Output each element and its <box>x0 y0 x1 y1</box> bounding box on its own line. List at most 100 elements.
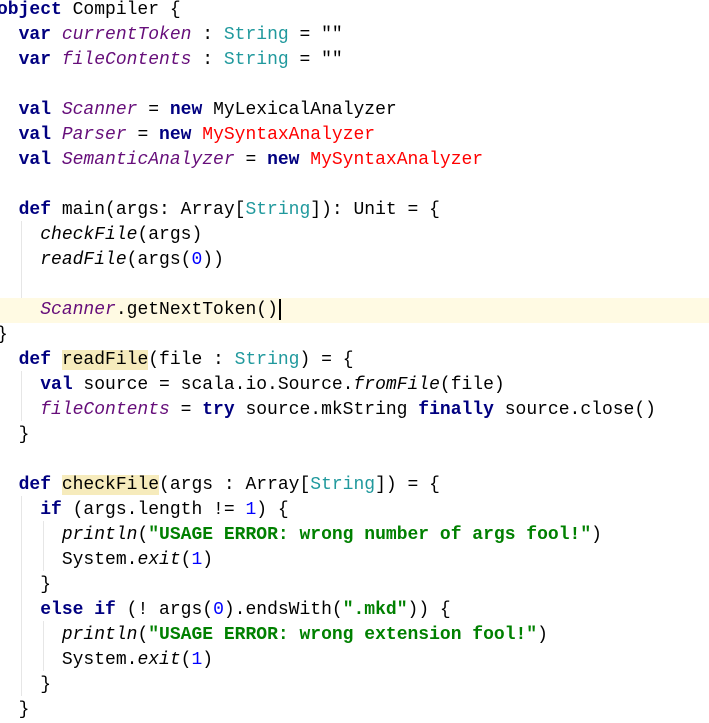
code-line[interactable]: } <box>0 673 709 698</box>
code-token: (args : Array[ <box>159 475 311 495</box>
code-token: )) <box>202 250 224 270</box>
code-line[interactable]: else if (! args(0).endsWith(".mkd")) { <box>0 598 709 623</box>
highlighted-identifier: checkFile <box>61 475 160 495</box>
code-token: source.close() <box>493 400 656 420</box>
code-line[interactable]: } <box>0 573 709 598</box>
code-token: object <box>0 0 62 20</box>
code-line[interactable]: var currentToken : String = "" <box>0 23 709 48</box>
code-token: = <box>288 25 322 45</box>
code-line[interactable]: def readFile(file : String) = { <box>0 348 709 373</box>
code-token: source.mkString <box>234 400 419 420</box>
code-token: (file) <box>439 375 505 395</box>
code-line[interactable] <box>0 273 709 298</box>
code-token: = <box>234 150 268 170</box>
code-line[interactable]: println("USAGE ERROR: wrong number of ar… <box>0 523 709 548</box>
code-line[interactable]: val Parser = new MySyntaxAnalyzer <box>0 123 709 148</box>
code-token: } <box>18 700 30 720</box>
code-line[interactable]: object Compiler { <box>0 0 709 23</box>
code-line[interactable] <box>0 448 709 473</box>
code-line[interactable]: System.exit(1) <box>0 548 709 573</box>
code-token: currentToken <box>61 25 192 45</box>
code-token: else if <box>40 600 116 620</box>
code-token: def <box>18 475 52 495</box>
code-token: (args( <box>126 250 192 270</box>
code-token: exit <box>137 650 181 670</box>
code-token: println <box>61 525 138 545</box>
code-token: ) <box>202 650 214 670</box>
code-token: new <box>159 125 192 145</box>
code-line-current[interactable]: Scanner.getNextToken() <box>0 298 709 323</box>
code-token: Scanner <box>61 100 138 120</box>
code-line[interactable] <box>0 173 709 198</box>
code-token: try <box>202 400 235 420</box>
code-line[interactable]: val source = scala.io.Source.fromFile(fi… <box>0 373 709 398</box>
code-line[interactable]: fileContents = try source.mkString final… <box>0 398 709 423</box>
code-line[interactable]: } <box>0 698 709 723</box>
code-editor[interactable]: object Compiler { var currentToken : Str… <box>0 0 709 723</box>
code-token: ]) = { <box>375 475 440 495</box>
code-token: if <box>40 500 62 520</box>
code-token: ( <box>137 525 149 545</box>
code-line[interactable] <box>0 73 709 98</box>
code-token: (args) <box>137 225 203 245</box>
code-token: String <box>223 50 289 70</box>
code-line[interactable]: if (args.length != 1) { <box>0 498 709 523</box>
code-token: .getNextToken() <box>115 300 278 320</box>
code-token: ) <box>537 625 548 645</box>
code-token: new <box>267 150 300 170</box>
code-token: = <box>126 125 160 145</box>
code-token: Scanner <box>40 300 116 320</box>
code-line[interactable]: val Scanner = new MyLexicalAnalyzer <box>0 98 709 123</box>
code-line[interactable]: println("USAGE ERROR: wrong extension fo… <box>0 623 709 648</box>
code-token: String <box>310 475 376 495</box>
code-token: (file : <box>148 350 235 370</box>
code-line[interactable]: val SemanticAnalyzer = new MySyntaxAnaly… <box>0 148 709 173</box>
code-token: ( <box>180 650 192 670</box>
code-token: 1 <box>191 550 203 570</box>
code-token: "USAGE ERROR: wrong extension fool!" <box>148 625 538 645</box>
text-caret <box>278 298 281 320</box>
code-token: ) = { <box>299 350 354 370</box>
code-token: val <box>18 125 52 145</box>
code-token: Compiler { <box>61 0 181 20</box>
code-token: = <box>169 400 203 420</box>
code-token: (! args( <box>115 600 214 620</box>
code-token: MyLexicalAnalyzer <box>202 100 397 120</box>
code-token: val <box>40 375 73 395</box>
code-line[interactable]: } <box>0 323 709 348</box>
code-line[interactable]: System.exit(1) <box>0 648 709 673</box>
code-token: val <box>18 100 52 120</box>
code-token: ).endsWith( <box>223 600 343 620</box>
code-token: checkFile <box>40 225 138 245</box>
code-line[interactable]: readFile(args(0)) <box>0 248 709 273</box>
code-line[interactable]: var fileContents : String = "" <box>0 48 709 73</box>
code-line[interactable]: def checkFile(args : Array[String]) = { <box>0 473 709 498</box>
code-token: var <box>18 25 52 45</box>
code-token: 1 <box>245 500 257 520</box>
code-line[interactable]: } <box>0 423 709 448</box>
code-token: val <box>18 150 52 170</box>
code-token: fromFile <box>353 375 440 395</box>
code-line[interactable]: checkFile(args) <box>0 223 709 248</box>
code-token: ( <box>180 550 192 570</box>
code-token: } <box>18 425 30 445</box>
code-line[interactable]: def main(args: Array[String]): Unit = { <box>0 198 709 223</box>
